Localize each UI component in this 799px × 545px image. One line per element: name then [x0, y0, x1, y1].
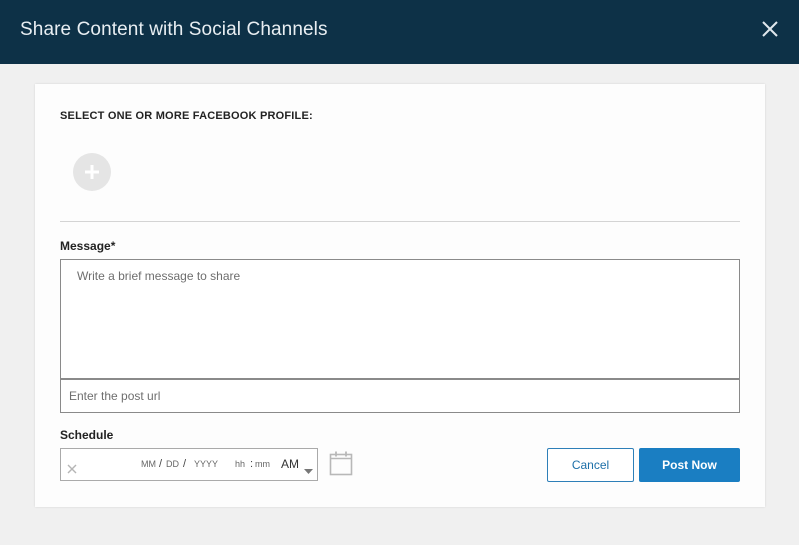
- dialog-header: Share Content with Social Channels: [0, 0, 799, 64]
- schedule-datetime-picker[interactable]: MM / DD / YYYY hh : mm AM: [60, 448, 318, 481]
- post-url-input[interactable]: [60, 379, 740, 413]
- clear-schedule-button[interactable]: [67, 461, 77, 479]
- clear-icon: [67, 464, 77, 474]
- schedule-label: Schedule: [60, 428, 114, 442]
- date-separator: /: [183, 458, 187, 470]
- schedule-year-field[interactable]: YYYY: [194, 459, 218, 469]
- ampm-select[interactable]: AM: [281, 457, 299, 471]
- schedule-minute-field[interactable]: mm: [255, 459, 270, 469]
- dialog-title: Share Content with Social Channels: [20, 19, 328, 40]
- post-now-button[interactable]: Post Now: [639, 448, 740, 482]
- add-profile-button[interactable]: [73, 153, 111, 191]
- schedule-month-field[interactable]: MM: [141, 459, 156, 469]
- schedule-hour-field[interactable]: hh: [235, 459, 245, 469]
- time-separator: :: [250, 458, 254, 470]
- share-form-card: SELECT ONE OR MORE FACEBOOK PROFILE: Mes…: [35, 84, 765, 507]
- message-label: Message*: [60, 239, 116, 253]
- ampm-dropdown-toggle[interactable]: [304, 462, 313, 480]
- calendar-icon: [329, 451, 353, 476]
- message-input[interactable]: [60, 259, 740, 379]
- calendar-button[interactable]: [329, 450, 353, 476]
- plus-icon: [85, 165, 99, 179]
- cancel-button[interactable]: Cancel: [547, 448, 634, 482]
- close-icon: [762, 21, 778, 37]
- section-divider: [60, 221, 740, 222]
- close-button[interactable]: [761, 20, 779, 38]
- chevron-down-icon: [304, 469, 313, 474]
- schedule-day-field[interactable]: DD: [166, 459, 179, 469]
- date-separator: /: [159, 458, 163, 470]
- profiles-label: SELECT ONE OR MORE FACEBOOK PROFILE:: [60, 110, 313, 122]
